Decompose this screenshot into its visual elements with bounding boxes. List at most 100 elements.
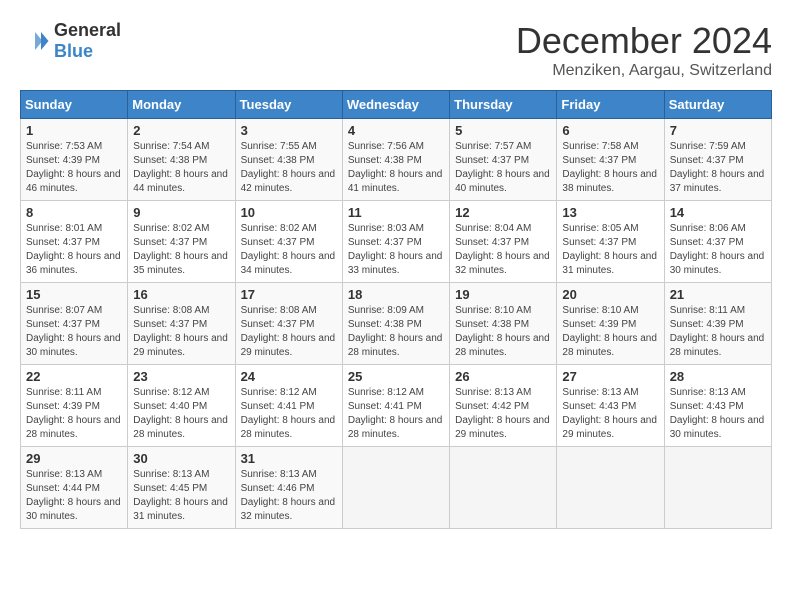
day-number: 17 (241, 287, 337, 302)
day-info: Sunrise: 8:09 AM Sunset: 4:38 PM Dayligh… (348, 304, 444, 360)
day-cell: 27 Sunrise: 8:13 AM Sunset: 4:43 PM Dayl… (557, 365, 664, 447)
day-cell: 17 Sunrise: 8:08 AM Sunset: 4:37 PM Dayl… (235, 283, 342, 365)
day-number: 8 (26, 205, 122, 220)
day-cell: 14 Sunrise: 8:06 AM Sunset: 4:37 PM Dayl… (664, 201, 771, 283)
day-info: Sunrise: 7:55 AM Sunset: 4:38 PM Dayligh… (241, 140, 337, 196)
day-info: Sunrise: 8:03 AM Sunset: 4:37 PM Dayligh… (348, 222, 444, 278)
day-info: Sunrise: 8:12 AM Sunset: 4:41 PM Dayligh… (241, 386, 337, 442)
week-row-4: 22 Sunrise: 8:11 AM Sunset: 4:39 PM Dayl… (21, 365, 772, 447)
day-cell: 9 Sunrise: 8:02 AM Sunset: 4:37 PM Dayli… (128, 201, 235, 283)
day-number: 18 (348, 287, 444, 302)
day-info: Sunrise: 8:08 AM Sunset: 4:37 PM Dayligh… (133, 304, 229, 360)
day-info: Sunrise: 7:59 AM Sunset: 4:37 PM Dayligh… (670, 140, 766, 196)
day-info: Sunrise: 7:56 AM Sunset: 4:38 PM Dayligh… (348, 140, 444, 196)
day-cell: 31 Sunrise: 8:13 AM Sunset: 4:46 PM Dayl… (235, 447, 342, 529)
weekday-header-row: SundayMondayTuesdayWednesdayThursdayFrid… (21, 91, 772, 119)
weekday-header-monday: Monday (128, 91, 235, 119)
day-info: Sunrise: 8:13 AM Sunset: 4:43 PM Dayligh… (562, 386, 658, 442)
day-info: Sunrise: 8:06 AM Sunset: 4:37 PM Dayligh… (670, 222, 766, 278)
day-number: 15 (26, 287, 122, 302)
day-number: 7 (670, 123, 766, 138)
logo: General Blue (20, 20, 121, 62)
weekday-header-saturday: Saturday (664, 91, 771, 119)
day-cell: 19 Sunrise: 8:10 AM Sunset: 4:38 PM Dayl… (450, 283, 557, 365)
day-number: 28 (670, 369, 766, 384)
day-info: Sunrise: 8:13 AM Sunset: 4:45 PM Dayligh… (133, 468, 229, 524)
day-info: Sunrise: 7:54 AM Sunset: 4:38 PM Dayligh… (133, 140, 229, 196)
day-cell: 13 Sunrise: 8:05 AM Sunset: 4:37 PM Dayl… (557, 201, 664, 283)
weekday-header-tuesday: Tuesday (235, 91, 342, 119)
day-info: Sunrise: 8:07 AM Sunset: 4:37 PM Dayligh… (26, 304, 122, 360)
day-cell: 6 Sunrise: 7:58 AM Sunset: 4:37 PM Dayli… (557, 119, 664, 201)
day-cell: 12 Sunrise: 8:04 AM Sunset: 4:37 PM Dayl… (450, 201, 557, 283)
day-info: Sunrise: 8:02 AM Sunset: 4:37 PM Dayligh… (133, 222, 229, 278)
day-number: 14 (670, 205, 766, 220)
day-cell: 10 Sunrise: 8:02 AM Sunset: 4:37 PM Dayl… (235, 201, 342, 283)
day-cell: 29 Sunrise: 8:13 AM Sunset: 4:44 PM Dayl… (21, 447, 128, 529)
day-cell (450, 447, 557, 529)
day-number: 12 (455, 205, 551, 220)
day-number: 2 (133, 123, 229, 138)
day-info: Sunrise: 8:12 AM Sunset: 4:41 PM Dayligh… (348, 386, 444, 442)
day-number: 13 (562, 205, 658, 220)
day-cell: 23 Sunrise: 8:12 AM Sunset: 4:40 PM Dayl… (128, 365, 235, 447)
day-info: Sunrise: 8:13 AM Sunset: 4:44 PM Dayligh… (26, 468, 122, 524)
day-cell: 21 Sunrise: 8:11 AM Sunset: 4:39 PM Dayl… (664, 283, 771, 365)
day-info: Sunrise: 8:01 AM Sunset: 4:37 PM Dayligh… (26, 222, 122, 278)
day-info: Sunrise: 8:02 AM Sunset: 4:37 PM Dayligh… (241, 222, 337, 278)
day-info: Sunrise: 8:12 AM Sunset: 4:40 PM Dayligh… (133, 386, 229, 442)
day-number: 22 (26, 369, 122, 384)
day-number: 1 (26, 123, 122, 138)
page-header: General Blue December 2024 Menziken, Aar… (20, 20, 772, 80)
day-number: 4 (348, 123, 444, 138)
day-cell: 3 Sunrise: 7:55 AM Sunset: 4:38 PM Dayli… (235, 119, 342, 201)
weekday-header-wednesday: Wednesday (342, 91, 449, 119)
logo-icon (20, 26, 50, 56)
day-cell: 18 Sunrise: 8:09 AM Sunset: 4:38 PM Dayl… (342, 283, 449, 365)
day-cell: 4 Sunrise: 7:56 AM Sunset: 4:38 PM Dayli… (342, 119, 449, 201)
day-cell: 1 Sunrise: 7:53 AM Sunset: 4:39 PM Dayli… (21, 119, 128, 201)
day-info: Sunrise: 8:08 AM Sunset: 4:37 PM Dayligh… (241, 304, 337, 360)
day-cell: 22 Sunrise: 8:11 AM Sunset: 4:39 PM Dayl… (21, 365, 128, 447)
day-cell: 7 Sunrise: 7:59 AM Sunset: 4:37 PM Dayli… (664, 119, 771, 201)
day-cell: 5 Sunrise: 7:57 AM Sunset: 4:37 PM Dayli… (450, 119, 557, 201)
day-info: Sunrise: 8:10 AM Sunset: 4:38 PM Dayligh… (455, 304, 551, 360)
day-cell: 16 Sunrise: 8:08 AM Sunset: 4:37 PM Dayl… (128, 283, 235, 365)
day-number: 19 (455, 287, 551, 302)
day-number: 10 (241, 205, 337, 220)
day-number: 3 (241, 123, 337, 138)
day-number: 6 (562, 123, 658, 138)
week-row-5: 29 Sunrise: 8:13 AM Sunset: 4:44 PM Dayl… (21, 447, 772, 529)
day-info: Sunrise: 8:11 AM Sunset: 4:39 PM Dayligh… (26, 386, 122, 442)
day-number: 26 (455, 369, 551, 384)
calendar-table: SundayMondayTuesdayWednesdayThursdayFrid… (20, 90, 772, 529)
day-number: 24 (241, 369, 337, 384)
day-info: Sunrise: 8:13 AM Sunset: 4:46 PM Dayligh… (241, 468, 337, 524)
month-title: December 2024 (516, 20, 772, 62)
day-info: Sunrise: 8:04 AM Sunset: 4:37 PM Dayligh… (455, 222, 551, 278)
day-number: 16 (133, 287, 229, 302)
day-info: Sunrise: 8:10 AM Sunset: 4:39 PM Dayligh… (562, 304, 658, 360)
day-number: 29 (26, 451, 122, 466)
day-cell: 15 Sunrise: 8:07 AM Sunset: 4:37 PM Dayl… (21, 283, 128, 365)
location-title: Menziken, Aargau, Switzerland (516, 62, 772, 80)
week-row-2: 8 Sunrise: 8:01 AM Sunset: 4:37 PM Dayli… (21, 201, 772, 283)
weekday-header-friday: Friday (557, 91, 664, 119)
day-cell (664, 447, 771, 529)
day-number: 11 (348, 205, 444, 220)
day-info: Sunrise: 8:05 AM Sunset: 4:37 PM Dayligh… (562, 222, 658, 278)
logo-blue-text: Blue (54, 41, 93, 61)
day-number: 23 (133, 369, 229, 384)
day-info: Sunrise: 7:57 AM Sunset: 4:37 PM Dayligh… (455, 140, 551, 196)
weekday-header-thursday: Thursday (450, 91, 557, 119)
day-cell: 28 Sunrise: 8:13 AM Sunset: 4:43 PM Dayl… (664, 365, 771, 447)
day-info: Sunrise: 8:13 AM Sunset: 4:42 PM Dayligh… (455, 386, 551, 442)
weekday-header-sunday: Sunday (21, 91, 128, 119)
day-info: Sunrise: 7:53 AM Sunset: 4:39 PM Dayligh… (26, 140, 122, 196)
week-row-1: 1 Sunrise: 7:53 AM Sunset: 4:39 PM Dayli… (21, 119, 772, 201)
day-cell: 8 Sunrise: 8:01 AM Sunset: 4:37 PM Dayli… (21, 201, 128, 283)
day-cell: 11 Sunrise: 8:03 AM Sunset: 4:37 PM Dayl… (342, 201, 449, 283)
day-cell: 25 Sunrise: 8:12 AM Sunset: 4:41 PM Dayl… (342, 365, 449, 447)
day-cell: 24 Sunrise: 8:12 AM Sunset: 4:41 PM Dayl… (235, 365, 342, 447)
logo-general-text: General (54, 20, 121, 40)
